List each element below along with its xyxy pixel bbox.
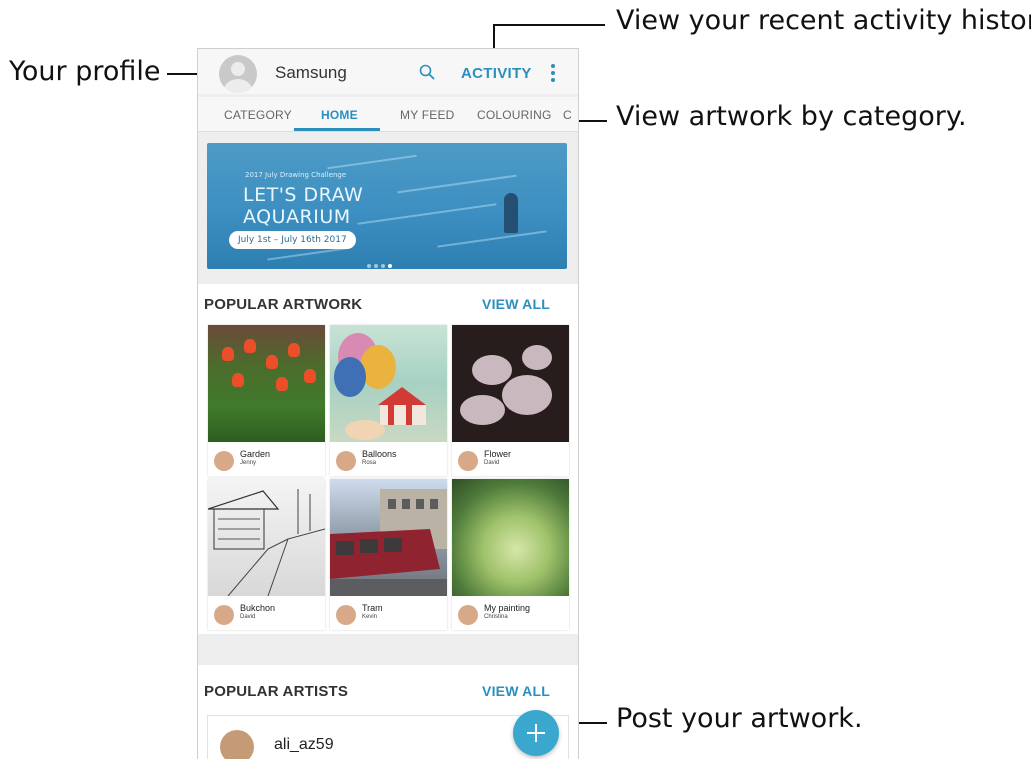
artwork-artist: Christina — [484, 614, 508, 620]
artwork-image-flower — [452, 325, 569, 442]
phone-screen: Samsung ACTIVITY CATEGORY HOME MY FEED C… — [197, 48, 579, 759]
callout-post: Post your artwork. — [616, 703, 863, 734]
artwork-image-bukchon — [208, 479, 325, 596]
tab-category[interactable]: CATEGORY — [224, 108, 292, 122]
banner-page-indicator — [367, 255, 395, 269]
banner-title-line2: AQUARIUM — [243, 206, 351, 228]
artwork-artist: David — [240, 614, 256, 620]
artwork-card[interactable]: My painting Christina — [452, 479, 569, 630]
active-tab-indicator — [294, 128, 380, 131]
avatar — [458, 451, 478, 471]
artwork-artist: Rosa — [362, 460, 377, 466]
category-tab-bar: CATEGORY HOME MY FEED COLOURING C — [198, 97, 578, 132]
avatar — [214, 451, 234, 471]
callout-line-category — [579, 120, 607, 122]
popular-artists-view-all[interactable]: VIEW ALL — [482, 683, 550, 699]
artwork-artist: Jenny — [240, 460, 257, 466]
artwork-title: Balloons — [362, 449, 397, 459]
artist-name: ali_az59 — [274, 736, 334, 753]
callout-your-profile: Your profile — [9, 56, 161, 87]
artwork-title: Garden — [240, 449, 271, 459]
callout-category: View artwork by category. — [616, 101, 967, 132]
artwork-image-my-painting — [452, 479, 569, 596]
artwork-image-garden — [208, 325, 325, 442]
callout-line-profile — [167, 73, 201, 75]
activity-button[interactable]: ACTIVITY — [461, 65, 532, 82]
popular-artwork-section: POPULAR ARTWORK VIEW ALL Garden Jenny Ba… — [198, 284, 578, 634]
tab-more-partial[interactable]: C — [563, 108, 572, 122]
artwork-card[interactable]: Garden Jenny — [208, 325, 325, 476]
post-artwork-fab[interactable] — [513, 710, 559, 756]
profile-avatar[interactable] — [219, 55, 257, 93]
avatar — [336, 451, 356, 471]
popular-artwork-view-all[interactable]: VIEW ALL — [482, 296, 550, 312]
artwork-image-balloons — [330, 325, 447, 442]
avatar — [220, 730, 254, 759]
artwork-title: Tram — [362, 603, 383, 613]
challenge-banner[interactable]: 2017 July Drawing Challenge LET'S DRAW A… — [207, 143, 567, 269]
banner-subtitle: 2017 July Drawing Challenge — [245, 171, 347, 179]
search-icon[interactable] — [419, 64, 435, 80]
profile-name[interactable]: Samsung — [275, 63, 347, 83]
artwork-title: My painting — [484, 603, 531, 613]
avatar — [336, 605, 356, 625]
popular-artwork-title: POPULAR ARTWORK — [204, 296, 363, 313]
artwork-card[interactable]: Flower David — [452, 325, 569, 476]
callout-activity: View your recent activity history. — [616, 5, 1031, 36]
more-vert-icon[interactable] — [551, 64, 555, 82]
artwork-image-tram — [330, 479, 447, 596]
tab-home[interactable]: HOME — [321, 108, 358, 122]
banner-title-line1: LET'S DRAW — [243, 184, 364, 206]
artwork-title: Bukchon — [240, 603, 276, 613]
banner-dates: July 1st – July 16th 2017 — [229, 231, 356, 249]
avatar — [214, 605, 234, 625]
artwork-card[interactable]: Bukchon David — [208, 479, 325, 630]
popular-artists-title: POPULAR ARTISTS — [204, 683, 349, 700]
artwork-artist: Kevin — [362, 614, 378, 620]
banner-figure-illustration — [504, 193, 518, 233]
tab-colouring[interactable]: COLOURING — [477, 108, 551, 122]
app-top-bar: Samsung ACTIVITY — [198, 49, 578, 94]
artwork-artist: David — [484, 460, 500, 466]
artwork-card[interactable]: Balloons Rosa — [330, 325, 447, 476]
artwork-card[interactable]: Tram Kevin — [330, 479, 447, 630]
tab-my-feed[interactable]: MY FEED — [400, 108, 455, 122]
avatar — [458, 605, 478, 625]
callout-line-activity-h — [493, 24, 605, 26]
artwork-title: Flower — [484, 449, 512, 459]
